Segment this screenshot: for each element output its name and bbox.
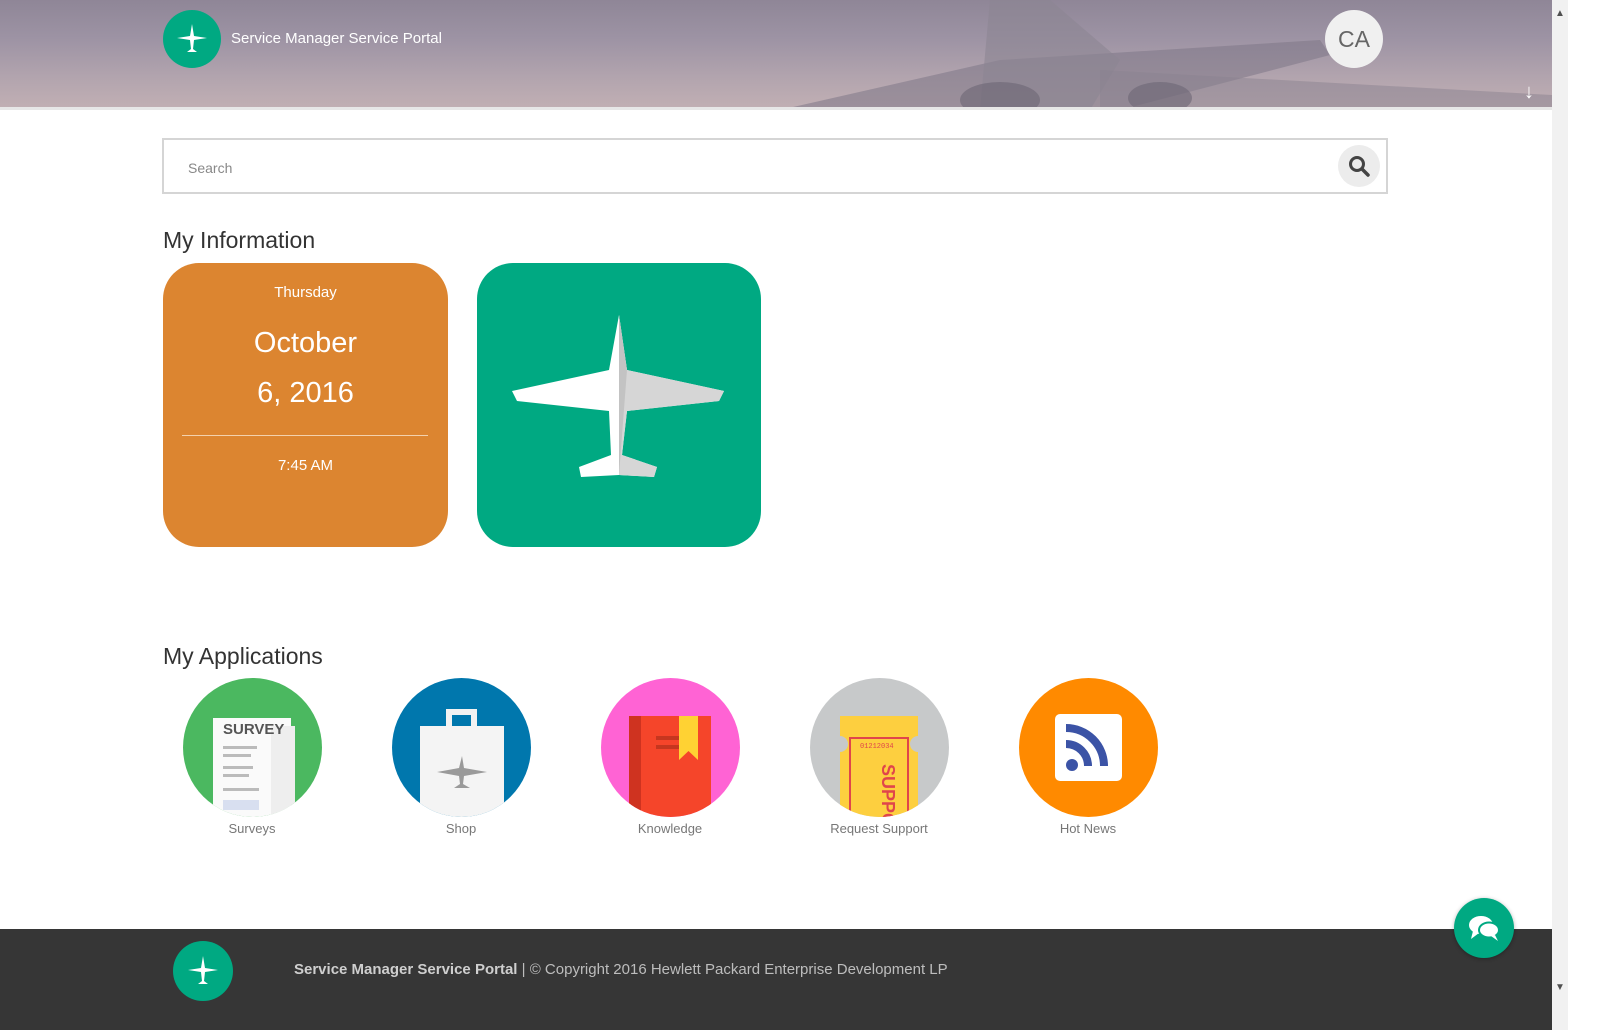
app-hot-news[interactable]: Hot News	[1008, 678, 1168, 836]
scroll-up-arrow-icon[interactable]: ▲	[1552, 8, 1568, 19]
svg-text:SUPPO: SUPPO	[878, 764, 898, 817]
footer-logo	[173, 941, 233, 1001]
book-icon	[600, 678, 740, 817]
footer-copyright-text: | © Copyright 2016 Hewlett Packard Enter…	[521, 961, 948, 978]
airplane-icon	[188, 956, 218, 984]
footer: Service Manager Service Portal | © Copyr…	[0, 929, 1552, 1030]
survey-icon: SURVEY	[182, 678, 322, 817]
date-divider	[182, 435, 428, 436]
my-information-heading: My Information	[163, 227, 316, 253]
my-applications-heading: My Applications	[163, 643, 323, 669]
chat-button[interactable]	[1454, 898, 1514, 958]
chat-icon	[1469, 916, 1500, 941]
date-day-year: 6, 2016	[257, 377, 354, 409]
portal-title[interactable]: Service Manager Service Portal	[231, 30, 442, 47]
header-divider	[0, 107, 1552, 110]
search-icon	[1349, 156, 1370, 177]
header-banner: Service Manager Service Portal CA ↓	[0, 0, 1552, 110]
app-label: Surveys	[228, 821, 276, 836]
scroll-down-arrow-icon[interactable]: ↓	[1524, 81, 1534, 104]
app-label: Shop	[445, 821, 477, 836]
app-request-support[interactable]: 01212034 SUPPO Request Support	[799, 678, 959, 836]
page-scrollbar[interactable]: ▲ ▼	[1552, 0, 1568, 1030]
date-time: 7:45 AM	[277, 457, 334, 474]
app-label: Request Support	[830, 821, 928, 836]
date-tile: Thursday October 6, 2016 7:45 AM	[163, 263, 448, 547]
footer-portal-name: Service Manager Service Portal	[294, 961, 518, 978]
airplane-icon	[177, 24, 207, 52]
portal-logo[interactable]	[163, 10, 221, 68]
shopping-bag-icon	[391, 678, 531, 817]
search-button[interactable]	[1338, 145, 1380, 187]
svg-text:SURVEY: SURVEY	[223, 721, 284, 738]
app-surveys[interactable]: SURVEY Surveys	[172, 678, 332, 836]
airplane-icon	[512, 315, 724, 477]
date-weekday: Thursday	[274, 284, 337, 301]
footer-copyright: Service Manager Service Portal | © Copyr…	[294, 961, 948, 978]
app-label: Knowledge	[637, 821, 703, 836]
date-month: October	[253, 327, 358, 359]
rss-icon	[1018, 678, 1158, 817]
app-knowledge[interactable]: Knowledge	[590, 678, 750, 836]
app-label: Hot News	[1059, 821, 1117, 836]
airplane-banner-image	[780, 0, 1552, 110]
search-input[interactable]	[186, 154, 1290, 182]
app-shop[interactable]: Shop	[381, 678, 541, 836]
scrollbar-thumb[interactable]	[1554, 20, 1566, 630]
company-logo-tile[interactable]	[477, 263, 761, 547]
scroll-down-arrow-icon[interactable]: ▼	[1552, 982, 1568, 993]
user-avatar[interactable]: CA	[1325, 10, 1383, 68]
svg-text:01212034: 01212034	[860, 743, 894, 751]
support-ticket-icon: 01212034 SUPPO	[809, 678, 949, 817]
search-bar	[162, 138, 1388, 194]
